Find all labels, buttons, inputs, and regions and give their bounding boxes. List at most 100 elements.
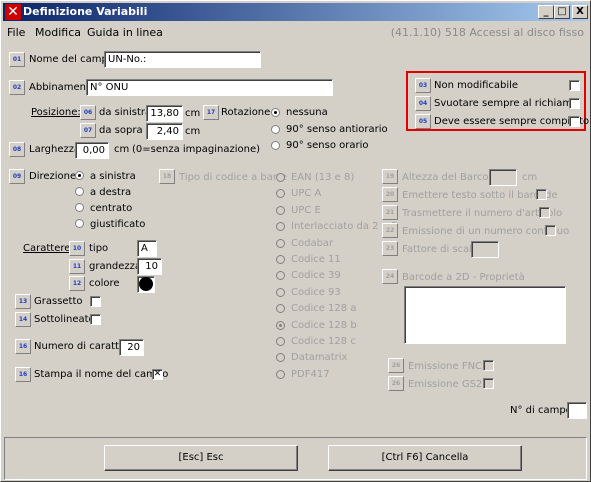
field-number-button[interactable]: 19	[382, 169, 398, 184]
field-number-button[interactable]: 03	[415, 78, 431, 93]
non-modificabile-checkbox[interactable]	[569, 80, 580, 91]
radio-barcode-type[interactable]	[276, 320, 285, 330]
radio-label: a destra	[90, 187, 132, 198]
radio-label: PDF417	[291, 368, 330, 380]
trasmettere-checkbox[interactable]	[539, 207, 550, 218]
radio-label: Codice 11	[291, 254, 341, 265]
tipo-input[interactable]: A	[137, 240, 157, 257]
window-title: Definizione Variabili	[23, 5, 148, 18]
radio-direzione-destra[interactable]	[75, 187, 84, 196]
svuotare-label: Svuotare sempre al richiamo	[434, 98, 579, 109]
radio-barcode-type[interactable]	[276, 353, 285, 363]
esc-button[interactable]: [Esc] Esc	[104, 445, 298, 471]
posizione-label: Posizione:	[31, 107, 81, 118]
field-number-button[interactable]: 07	[80, 123, 96, 138]
field-number-button[interactable]: 23	[382, 241, 398, 256]
carattere-label: Carattere:	[23, 243, 74, 254]
radio-label: a sinistra	[90, 171, 136, 182]
close-button[interactable]: X	[572, 5, 588, 19]
altezza-barcode-input[interactable]	[489, 169, 517, 186]
field-number-button[interactable]: 09	[9, 169, 25, 184]
radio-barcode-type[interactable]	[276, 304, 285, 314]
field-number-button[interactable]: 26	[388, 376, 404, 391]
field-number-button[interactable]: 22	[382, 223, 398, 238]
radio-direzione-giustificato[interactable]	[75, 219, 84, 228]
fattore-input[interactable]	[471, 241, 499, 258]
field-number-button[interactable]: 04	[415, 96, 431, 111]
field-number-button[interactable]: 17	[203, 105, 219, 120]
field-number-button[interactable]: 10	[69, 241, 85, 256]
cancella-button[interactable]: [Ctrl F6] Cancella	[328, 445, 522, 471]
direzione-label: Direzione	[29, 171, 77, 182]
larghezza-input[interactable]: 0,00	[75, 142, 109, 159]
field-number-button[interactable]: 14	[15, 312, 31, 327]
radio-label: 90° senso antiorario	[286, 124, 388, 135]
field-number-button[interactable]: 13	[15, 294, 31, 309]
radio-barcode-type[interactable]	[276, 271, 285, 281]
n-campo-input[interactable]	[567, 402, 587, 419]
minimize-button[interactable]: _	[538, 5, 554, 19]
field-number-button[interactable]: 16	[15, 339, 31, 354]
abbinamento-input[interactable]: N° ONU	[86, 79, 333, 96]
field-number-button[interactable]: 02	[9, 80, 25, 95]
menu-modifica[interactable]: Modifica	[35, 26, 81, 39]
menu-guida[interactable]: Guida in linea	[87, 26, 163, 39]
grandezza-input[interactable]: 10	[137, 258, 162, 275]
da-sopra-input[interactable]: 2,40	[146, 123, 183, 140]
emissione-continuo-checkbox[interactable]	[545, 225, 556, 236]
field-number-button[interactable]: 18	[159, 169, 175, 184]
maximize-button[interactable]: □	[554, 5, 570, 19]
field-number-button[interactable]: 21	[382, 205, 398, 220]
field-number-button[interactable]: 12	[69, 276, 85, 291]
n-campo-label: N° di campo	[510, 405, 572, 416]
barcode2d-label: Barcode a 2D - Proprietà	[402, 272, 525, 283]
field-number-button[interactable]: 01	[9, 52, 25, 67]
field-number-button[interactable]: 16	[15, 367, 31, 382]
radio-direzione-sinistra[interactable]	[75, 171, 84, 180]
non-modificabile-label: Non modificabile	[434, 80, 519, 91]
radio-barcode-type[interactable]	[276, 189, 285, 199]
grassetto-checkbox[interactable]	[90, 296, 101, 307]
stampa-nome-checkbox[interactable]: ✕	[152, 369, 163, 380]
compilato-checkbox[interactable]	[569, 116, 580, 127]
svuotare-checkbox[interactable]	[569, 98, 580, 109]
fattore-label: Fattore di scala	[402, 244, 479, 255]
radio-rotazione-orario[interactable]	[271, 141, 280, 150]
field-number-button[interactable]: 20	[382, 187, 398, 202]
da-sinistra-input[interactable]: 13,80	[146, 105, 183, 122]
nome-campo-input[interactable]: UN-No.:	[104, 51, 261, 68]
barcode2d-properties[interactable]	[404, 286, 566, 344]
radio-barcode-type[interactable]	[276, 255, 285, 264]
radio-rotazione-nessuna[interactable]	[271, 108, 280, 117]
field-number-button[interactable]: 26	[388, 358, 404, 373]
field-number-button[interactable]: 24	[382, 269, 398, 284]
da-sinistra-label: da sinistra	[99, 107, 152, 118]
tipo-barcode-label: Tipo di codice a barre	[179, 172, 287, 183]
radio-barcode-type[interactable]	[276, 369, 285, 379]
color-circle	[139, 277, 153, 291]
radio-barcode-type[interactable]	[276, 238, 285, 248]
nome-campo-label: Nome del campo	[29, 54, 114, 65]
sottolineato-checkbox[interactable]	[90, 314, 101, 325]
colore-swatch[interactable]	[137, 276, 155, 293]
radio-label: UPC A	[291, 188, 322, 200]
field-number-button[interactable]: 08	[9, 142, 25, 157]
radio-barcode-type[interactable]	[276, 205, 285, 215]
radio-barcode-type[interactable]	[276, 222, 285, 232]
field-number-button[interactable]: 05	[415, 114, 431, 129]
numero-caratteri-input[interactable]: 20	[119, 339, 144, 356]
field-number-button[interactable]: 06	[80, 105, 96, 120]
radio-direzione-centrato[interactable]	[75, 203, 84, 212]
altezza-barcode-label: Altezza del Barcode	[402, 172, 501, 183]
emettere-checkbox[interactable]	[536, 189, 547, 200]
gs29-checkbox[interactable]	[483, 378, 494, 389]
grassetto-label: Grassetto	[34, 296, 83, 307]
radio-barcode-type[interactable]	[276, 173, 285, 182]
radio-rotazione-antiorario[interactable]	[271, 125, 280, 134]
menu-file[interactable]: File	[7, 26, 25, 39]
fnc1-checkbox[interactable]	[483, 360, 494, 371]
radio-label: nessuna	[286, 107, 328, 118]
radio-barcode-type[interactable]	[276, 287, 285, 297]
radio-barcode-type[interactable]	[276, 337, 285, 346]
field-number-button[interactable]: 11	[69, 259, 85, 274]
